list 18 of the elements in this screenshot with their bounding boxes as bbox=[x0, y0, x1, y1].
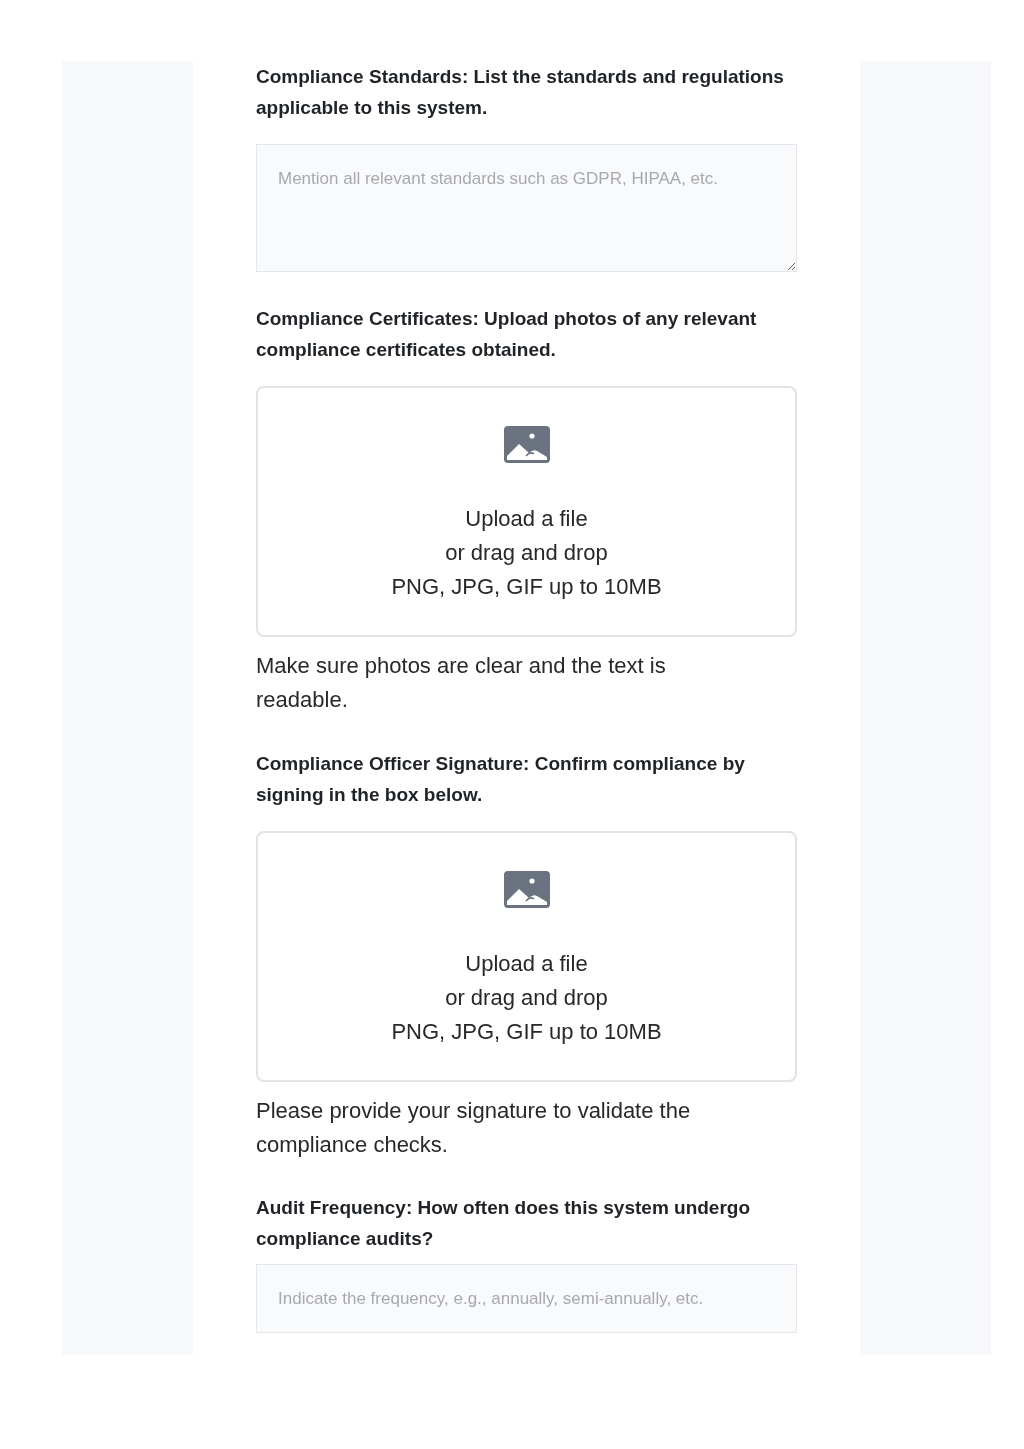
text-input[interactable]: Indicate the frequency, e.g., annually, semi-annually, etc. bbox=[256, 1264, 797, 1333]
drag-drop-text: or drag and drop bbox=[445, 984, 608, 1012]
upload-dropzone[interactable]: Upload a file or drag and drop PNG, JPG, GIF up to 10MB bbox=[256, 831, 797, 1082]
help-text: Please provide your signature to validate the compliance checks. bbox=[256, 1097, 692, 1159]
field-label: Compliance Certificates: Upload photos of any relevant compliance certificates obtained. bbox=[256, 307, 758, 362]
file-type-hint: PNG, JPG, GIF up to 10MB bbox=[391, 573, 662, 601]
field-label: Audit Frequency: How often does this system undergo compliance audits? bbox=[256, 1196, 752, 1251]
field-label: Compliance Standards: List the standards and regulations applicable to this system. bbox=[256, 65, 785, 120]
text-area[interactable]: Mention all relevant standards such as GDPR, HIPAA, etc. bbox=[256, 144, 797, 272]
field-label: Compliance Officer Signature: Confirm compliance by signing in the box below. bbox=[256, 752, 746, 807]
image-icon bbox=[503, 426, 550, 463]
help-text: Make sure photos are clear and the text is readable. bbox=[256, 652, 667, 714]
image-icon bbox=[503, 871, 550, 908]
upload-dropzone[interactable]: Upload a file or drag and drop PNG, JPG, GIF up to 10MB bbox=[256, 386, 797, 637]
drag-drop-text: or drag and drop bbox=[445, 539, 608, 567]
upload-link[interactable]: Upload a file bbox=[465, 947, 588, 981]
file-type-hint: PNG, JPG, GIF up to 10MB bbox=[391, 1018, 662, 1046]
upload-link[interactable]: Upload a file bbox=[465, 502, 588, 536]
